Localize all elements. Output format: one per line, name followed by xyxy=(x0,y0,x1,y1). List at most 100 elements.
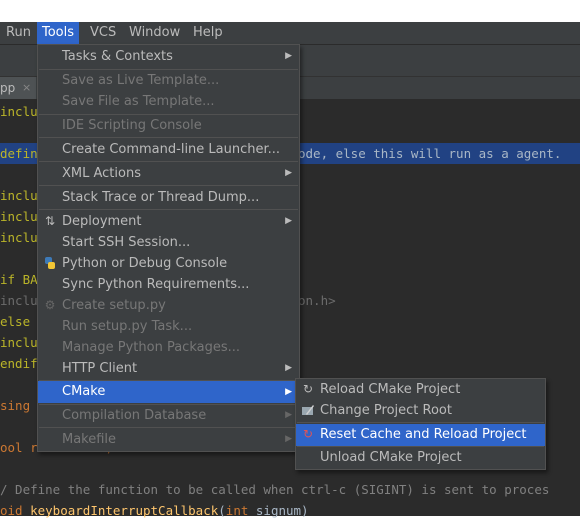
deployment-icon: ⇅ xyxy=(44,214,56,228)
close-icon[interactable]: × xyxy=(22,77,31,99)
menu-item-change-project-root[interactable]: Change Project Root xyxy=(296,400,545,421)
menu-item-deployment[interactable]: ⇅ Deployment ▶ xyxy=(38,211,299,232)
menu-item-label: Deployment xyxy=(62,214,142,229)
menu-item-label: Save as Live Template... xyxy=(62,73,220,88)
code-text: ode, else this will run as a agent. xyxy=(298,146,562,161)
menu-item-label: Stack Trace or Thread Dump... xyxy=(62,190,260,205)
code-line: endif xyxy=(0,353,38,374)
menu-item-label: Reload CMake Project xyxy=(320,382,461,397)
menu-item-label: IDE Scripting Console xyxy=(62,118,202,133)
menu-item-label: HTTP Client xyxy=(62,361,138,376)
menu-item-label: Compilation Database xyxy=(62,408,207,423)
python-icon xyxy=(43,256,57,270)
menu-item-create-launcher[interactable]: Create Command-line Launcher... xyxy=(38,139,299,160)
menu-separator xyxy=(39,185,298,186)
reset-cache-icon: ↻ xyxy=(302,427,314,441)
menu-window[interactable]: Window xyxy=(124,22,185,44)
menu-item-save-live-template: Save as Live Template... xyxy=(38,70,299,91)
menu-item-ide-scripting-console: IDE Scripting Console xyxy=(38,115,299,136)
menu-item-label: Sync Python Requirements... xyxy=(62,277,250,292)
menu-item-manage-packages: Manage Python Packages... xyxy=(38,337,299,358)
menu-item-label: Run setup.py Task... xyxy=(62,319,193,334)
menu-item-compilation-database: Compilation Database ▶ xyxy=(38,405,299,426)
code-line: inclu xyxy=(0,332,38,353)
menu-separator xyxy=(39,137,298,138)
menu-item-label: Create Command-line Launcher... xyxy=(62,142,281,157)
submenu-arrow-icon: ▶ xyxy=(285,51,292,61)
code-line: inclu xyxy=(0,206,38,227)
submenu-arrow-icon: ▶ xyxy=(285,363,292,373)
submenu-arrow-icon: ▶ xyxy=(285,434,292,444)
menu-item-label: Start SSH Session... xyxy=(62,235,191,250)
menu-separator xyxy=(297,422,544,423)
change-root-icon xyxy=(301,403,315,417)
submenu-arrow-icon: ▶ xyxy=(285,410,292,420)
menu-item-makefile: Makefile ▶ xyxy=(38,429,299,450)
menu-item-save-file-template: Save File as Template... xyxy=(38,91,299,112)
code-line: inclu xyxy=(0,185,38,206)
menu-tools[interactable]: Tools xyxy=(37,22,80,44)
submenu-arrow-icon: ▶ xyxy=(285,216,292,226)
menu-item-tasks-contexts[interactable]: Tasks & Contexts ▶ xyxy=(38,46,299,67)
code-text: if BA xyxy=(0,272,38,287)
menu-item-reload-cmake[interactable]: ↻ Reload CMake Project xyxy=(296,379,545,400)
code-text: on.h> xyxy=(298,293,336,308)
code-line: inclu xyxy=(0,101,38,122)
code-comment: / Define the function to be called when … xyxy=(0,482,550,497)
menu-item-http-client[interactable]: HTTP Client ▶ xyxy=(38,358,299,379)
code-line: if BA xyxy=(0,269,38,290)
menu-item-create-setup: ⚙ Create setup.py xyxy=(38,295,299,316)
menu-item-label: CMake xyxy=(62,384,106,399)
menu-item-label: Unload CMake Project xyxy=(320,450,462,465)
menu-separator xyxy=(39,161,298,162)
submenu-arrow-icon: ▶ xyxy=(285,168,292,178)
code-text: inclu xyxy=(0,188,38,203)
menu-item-unload-cmake[interactable]: Unload CMake Project xyxy=(296,447,545,468)
menu-run[interactable]: Run xyxy=(1,22,36,44)
code-line: else xyxy=(0,311,30,332)
menu-vcs[interactable]: VCS xyxy=(85,22,121,44)
menu-item-label: Tasks & Contexts xyxy=(62,49,173,64)
code-text: inclu xyxy=(0,104,38,119)
code-text: inclu xyxy=(0,209,38,224)
menu-item-stack-trace[interactable]: Stack Trace or Thread Dump... xyxy=(38,187,299,208)
menu-item-label: Create setup.py xyxy=(62,298,166,313)
menu-item-cmake[interactable]: CMake ▶ xyxy=(38,381,299,403)
code-text: else xyxy=(0,314,31,329)
menu-item-label: Python or Debug Console xyxy=(62,256,228,271)
code-text: inclu xyxy=(0,293,38,308)
tools-menu: Tasks & Contexts ▶ Save as Live Template.… xyxy=(37,44,300,452)
menu-help[interactable]: Help xyxy=(188,22,228,44)
menu-item-label: XML Actions xyxy=(62,166,141,181)
code-line: / Define the function to be called when … xyxy=(0,479,549,500)
code-text: sing xyxy=(0,398,31,413)
menu-separator xyxy=(39,209,298,210)
menu-separator xyxy=(39,427,298,428)
menu-item-python-console[interactable]: Python or Debug Console xyxy=(38,253,299,274)
code-line: sing xyxy=(0,395,30,416)
reload-icon: ↻ xyxy=(302,382,314,396)
code-line: oid keyboardInterruptCallback(int signum… xyxy=(0,500,309,521)
menu-item-label: Reset Cache and Reload Project xyxy=(320,427,527,442)
cmake-submenu: ↻ Reload CMake Project Change Project Roo… xyxy=(295,378,546,470)
menu-item-label: Save File as Template... xyxy=(62,94,215,109)
tab-label: pp xyxy=(0,81,16,95)
setup-py-icon: ⚙ xyxy=(44,298,56,312)
menu-item-label: Makefile xyxy=(62,432,117,447)
code-text: endif xyxy=(0,356,38,371)
menu-item-sync-requirements[interactable]: Sync Python Requirements... xyxy=(38,274,299,295)
code-line: inclu on.h> xyxy=(0,290,336,311)
menu-item-reset-cache-reload[interactable]: ↻ Reset Cache and Reload Project xyxy=(296,424,545,446)
code-text: inclu xyxy=(0,230,38,245)
menu-item-xml-actions[interactable]: XML Actions ▶ xyxy=(38,163,299,184)
title-area xyxy=(0,0,580,22)
menu-item-label: Change Project Root xyxy=(320,403,452,418)
menu-item-start-ssh[interactable]: Start SSH Session... xyxy=(38,232,299,253)
menu-item-label: Manage Python Packages... xyxy=(62,340,241,355)
code-line: inclu xyxy=(0,227,38,248)
menu-item-run-setup-task: Run setup.py Task... xyxy=(38,316,299,337)
code-text: inclu xyxy=(0,335,38,350)
submenu-arrow-icon: ▶ xyxy=(285,387,292,397)
menu-bar: Run Tools VCS Window Help xyxy=(0,22,580,45)
editor-tab[interactable]: pp × xyxy=(0,77,36,99)
